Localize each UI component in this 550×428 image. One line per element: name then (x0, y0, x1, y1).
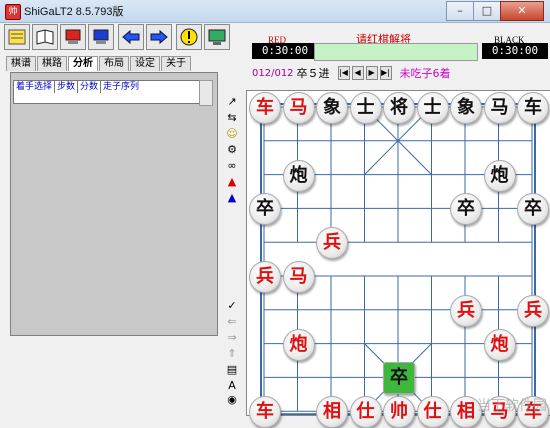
last-move-button[interactable]: ▶| (379, 66, 392, 80)
computer-blue-icon (93, 29, 109, 44)
close-button[interactable]: ✕ (500, 1, 544, 21)
book-button[interactable] (32, 24, 58, 50)
piece-red[interactable]: 兵 (249, 261, 281, 293)
swap-icon[interactable]: ⇆ (224, 110, 240, 124)
forward-arrow-icon (150, 29, 168, 45)
clock-panel: RED 请红棋解将 BLACK 0:30:00 0:30:00 012/012 … (246, 28, 550, 90)
back-arrow-icon (122, 29, 140, 45)
piece-black[interactable]: 象 (450, 92, 482, 124)
hint-icon (180, 28, 198, 46)
monitor-button[interactable] (204, 24, 230, 50)
piece-black[interactable]: 士 (416, 92, 449, 124)
status-box (314, 43, 478, 61)
hint-button[interactable] (176, 24, 202, 50)
col-score[interactable]: 分数 (78, 81, 102, 93)
toolbar (4, 24, 244, 52)
piece-red[interactable]: 炮 (282, 328, 315, 361)
tab-path[interactable]: 棋路 (37, 56, 67, 71)
warning-blue-icon[interactable]: ▲ (224, 190, 240, 204)
eye-icon[interactable]: ◉ (224, 392, 240, 406)
book-icon (36, 29, 54, 45)
piece-red[interactable]: 相 (316, 396, 348, 428)
tab-analysis[interactable]: 分析 (68, 56, 98, 71)
stack-icon[interactable]: ▤ (224, 362, 240, 376)
computer-red-icon (65, 29, 81, 44)
computer-blue-button[interactable] (88, 24, 114, 50)
left-arrow-icon[interactable]: ⇐ (224, 314, 240, 328)
right-arrow-icon[interactable]: ⇒ (224, 330, 240, 344)
window-title: ShiGaLT2 8.5.793版 (24, 6, 124, 18)
smiley-icon[interactable]: ☺ (224, 126, 240, 140)
red-clock: 0:30:00 (252, 43, 318, 59)
first-move-button[interactable]: |◀ (337, 66, 350, 80)
piece-red[interactable]: 车 (249, 92, 281, 124)
redo-button[interactable] (146, 24, 172, 50)
col-move-choice[interactable]: 着手选择 (14, 81, 56, 93)
piece-black-selected[interactable]: 卒 (383, 362, 415, 395)
computer-red-button[interactable] (60, 24, 86, 50)
move-bar: 012/012 卒５进 |◀ ◀ ▶ ▶| 未吃子6着 (252, 65, 451, 81)
piece-black[interactable]: 炮 (282, 159, 315, 192)
piece-red[interactable]: 兵 (316, 227, 348, 260)
check-icon[interactable]: ✓ (224, 298, 240, 312)
notes-icon (8, 29, 26, 45)
prev-move-button[interactable]: ◀ (351, 66, 364, 80)
binoculars-icon[interactable]: ∞ (224, 158, 240, 172)
analysis-row[interactable] (13, 93, 201, 104)
piece-black[interactable]: 象 (316, 92, 348, 124)
piece-red[interactable]: 兵 (517, 294, 549, 327)
tab-bar: 棋谱 棋路 分析 布局 设定 关于 (6, 56, 192, 71)
scrollbar[interactable] (199, 80, 213, 106)
piece-black[interactable]: 士 (349, 92, 382, 124)
col-steps[interactable]: 步数 (55, 81, 79, 93)
piece-black[interactable]: 车 (517, 92, 549, 124)
tab-about[interactable]: 关于 (161, 56, 191, 71)
title-bar: 帅 ShiGaLT2 8.5.793版 – □ ✕ (0, 0, 550, 23)
flip-arrow-icon[interactable]: ↗ (224, 94, 240, 108)
current-move: 卒５进 (296, 67, 330, 80)
piece-red[interactable]: 仕 (349, 396, 382, 428)
watermark: 当下软件园 (477, 398, 547, 414)
piece-red[interactable]: 炮 (483, 328, 516, 361)
analysis-header: 着手选择 步数 分数 走子序列 (13, 80, 201, 94)
gear-icon[interactable]: ⚙ (224, 142, 240, 156)
tab-layout[interactable]: 布局 (99, 56, 129, 71)
piece-red[interactable]: 马 (282, 261, 315, 293)
piece-red[interactable]: 车 (249, 396, 281, 428)
next-move-button[interactable]: ▶ (365, 66, 378, 80)
app-icon: 帅 (5, 4, 21, 20)
piece-black[interactable]: 炮 (483, 159, 516, 192)
black-clock: 0:30:00 (482, 43, 548, 59)
xiangqi-board[interactable]: 车马象士将士象马车炮炮卒卒卒兵兵马兵兵炮炮卒车相仕帅仕相马车 当下软件园 (246, 90, 550, 428)
monitor-icon (208, 29, 226, 45)
tab-settings[interactable]: 设定 (130, 56, 160, 71)
up-arrow-icon[interactable]: ⇑ (224, 346, 240, 360)
undo-button[interactable] (118, 24, 144, 50)
maximize-button[interactable]: □ (473, 1, 501, 21)
piece-red[interactable]: 兵 (450, 294, 482, 327)
piece-red[interactable]: 马 (282, 92, 315, 124)
move-count: 012/012 (252, 67, 294, 79)
tab-record[interactable]: 棋谱 (6, 56, 36, 71)
piece-black[interactable]: 马 (483, 92, 516, 124)
notes-button[interactable] (4, 24, 30, 50)
piece-black[interactable]: 将 (383, 92, 415, 124)
minimize-button[interactable]: – (446, 1, 474, 21)
piece-red[interactable]: 帅 (383, 396, 415, 428)
no-capture-info: 未吃子6着 (399, 67, 451, 80)
text-icon[interactable]: A (224, 378, 240, 392)
col-sequence[interactable]: 走子序列 (101, 81, 141, 93)
piece-red[interactable]: 仕 (416, 396, 449, 428)
analysis-panel: 着手选择 步数 分数 走子序列 (10, 72, 218, 336)
warning-red-icon[interactable]: ▲ (224, 174, 240, 188)
